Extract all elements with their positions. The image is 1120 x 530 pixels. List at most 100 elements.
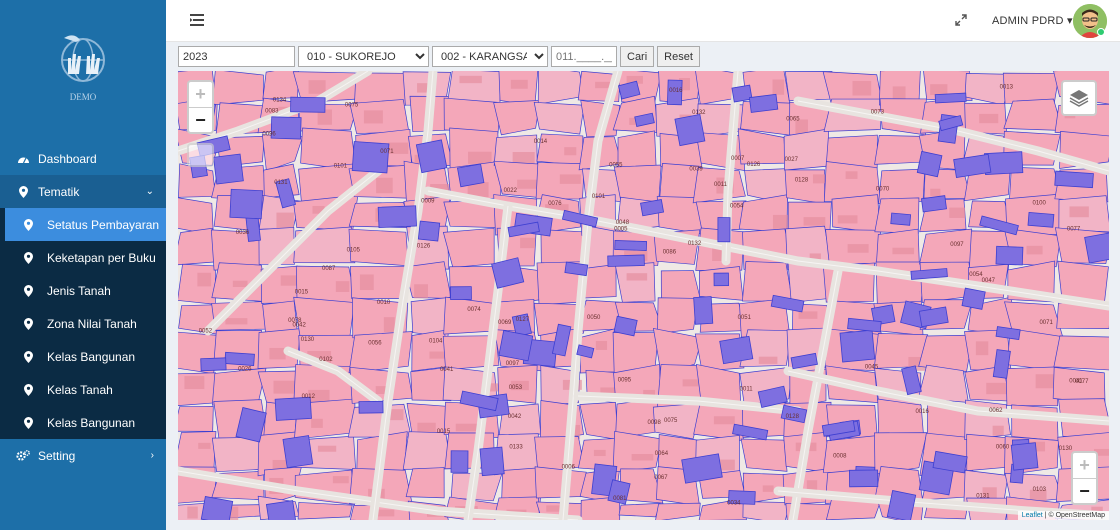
land-parcel[interactable]: [740, 438, 788, 472]
building-footprint[interactable]: [274, 396, 312, 421]
building-footprint[interactable]: [224, 351, 255, 366]
year-input[interactable]: [178, 46, 295, 67]
building-footprint[interactable]: [961, 287, 986, 310]
search-button[interactable]: Cari: [620, 46, 655, 67]
submenu-item-status-pembayaran[interactable]: Setatus Pembayaran: [5, 208, 166, 241]
submenu-item-kelas-bangunan[interactable]: Kelas Bangunan: [5, 340, 166, 373]
sidebar-item-setting[interactable]: Setting ›: [0, 439, 166, 472]
building-footprint[interactable]: [849, 469, 879, 488]
building-footprint[interactable]: [450, 450, 469, 473]
land-parcel[interactable]: [443, 97, 502, 134]
building-footprint[interactable]: [498, 330, 534, 362]
parcel-number-label: 0016: [915, 409, 929, 415]
building-footprint[interactable]: [839, 329, 876, 363]
land-parcel[interactable]: [613, 164, 662, 203]
sidebar-toggle-icon[interactable]: [190, 14, 204, 26]
building-footprint[interactable]: [748, 93, 779, 113]
building-footprint[interactable]: [1027, 212, 1055, 228]
building-footprint[interactable]: [351, 141, 390, 174]
land-parcel[interactable]: [1053, 335, 1109, 371]
map-marker-icon: [21, 416, 35, 429]
building-footprint[interactable]: [417, 220, 441, 242]
building-footprint[interactable]: [693, 296, 714, 325]
user-menu[interactable]: ADMIN PDRD ▾: [992, 14, 1073, 27]
building-footprint[interactable]: [920, 195, 947, 213]
building-footprint[interactable]: [479, 446, 505, 477]
map-view[interactable]: 0011 0008 0015 0016 0034 0054 0065 0081 0083 0022…: [178, 71, 1109, 520]
land-parcel[interactable]: [297, 502, 353, 520]
layers-button[interactable]: [1061, 80, 1097, 116]
kecamatan-select[interactable]: 010 - SUKOREJO: [298, 46, 429, 67]
land-parcel[interactable]: [618, 503, 661, 518]
building-footprint[interactable]: [713, 272, 729, 287]
nop-input[interactable]: [551, 46, 617, 67]
building-footprint[interactable]: [1054, 170, 1094, 189]
building-footprint[interactable]: [607, 254, 645, 267]
leaflet-link[interactable]: Leaflet: [1022, 512, 1043, 519]
submenu-item-jenis-tanah[interactable]: Jenis Tanah: [5, 274, 166, 307]
building-footprint[interactable]: [450, 286, 472, 301]
zoom-in-button-2[interactable]: +: [1073, 453, 1096, 478]
building-footprint[interactable]: [213, 153, 244, 185]
land-parcel[interactable]: [966, 433, 1010, 472]
building-footprint[interactable]: [719, 335, 754, 365]
building-footprint[interactable]: [731, 84, 753, 103]
building-footprint[interactable]: [457, 163, 485, 188]
land-parcel[interactable]: [831, 194, 881, 234]
land-parcel[interactable]: [742, 261, 793, 302]
land-parcel[interactable]: [657, 297, 699, 334]
building-footprint[interactable]: [717, 217, 731, 243]
land-parcel[interactable]: [402, 431, 452, 470]
building-footprint[interactable]: [282, 435, 314, 469]
land-parcel[interactable]: [293, 296, 355, 338]
land-parcel[interactable]: [919, 228, 974, 267]
building-footprint[interactable]: [229, 188, 264, 220]
land-parcel[interactable]: [411, 330, 449, 372]
draw-tool-button[interactable]: [187, 143, 214, 167]
land-parcel[interactable]: [178, 405, 214, 432]
land-parcel[interactable]: [874, 135, 928, 165]
land-parcel[interactable]: [783, 128, 830, 171]
submenu-item-kelas-tanah[interactable]: Kelas Tanah: [5, 373, 166, 406]
land-parcel[interactable]: [178, 431, 217, 472]
building-footprint[interactable]: [890, 212, 912, 226]
fullscreen-icon[interactable]: [954, 13, 968, 27]
submenu-item-kelas-bangunan-2[interactable]: Kelas Bangunan: [5, 406, 166, 439]
building-footprint[interactable]: [674, 113, 706, 147]
land-parcel[interactable]: [405, 467, 445, 499]
submenu-item-zona-nilai-tanah[interactable]: Zona Nilai Tanah: [5, 307, 166, 340]
building-footprint[interactable]: [265, 500, 298, 520]
land-parcel[interactable]: [533, 101, 585, 135]
parcel-number-label: 0100: [1032, 200, 1046, 206]
building-footprint[interactable]: [1010, 442, 1039, 471]
parcel-map-canvas[interactable]: 0011 0008 0015 0016 0034 0054 0065 0081 0083 0022…: [178, 71, 1109, 520]
zoom-out-button[interactable]: −: [189, 107, 212, 132]
zoom-out-button-2[interactable]: −: [1073, 478, 1096, 503]
building-footprint[interactable]: [358, 400, 384, 414]
land-parcel[interactable]: [178, 227, 216, 266]
land-parcel[interactable]: [614, 262, 656, 303]
building-footprint[interactable]: [290, 96, 326, 113]
sidebar-item-tematik[interactable]: Tematik ⌄: [0, 175, 166, 208]
building-footprint[interactable]: [886, 490, 917, 520]
land-parcel[interactable]: [1003, 98, 1064, 131]
land-parcel[interactable]: [442, 227, 495, 268]
submenu-item-ketetapan-per-buku[interactable]: Keketapan per Buku: [5, 241, 166, 274]
building-footprint[interactable]: [934, 92, 967, 104]
land-parcel[interactable]: [348, 331, 413, 374]
reset-button[interactable]: Reset: [657, 46, 700, 67]
zoom-in-button[interactable]: +: [189, 82, 212, 107]
kelurahan-select[interactable]: 002 - KARANGSARI: [432, 46, 548, 67]
building-footprint[interactable]: [916, 150, 943, 178]
land-parcel[interactable]: [211, 71, 264, 106]
building-footprint[interactable]: [614, 240, 648, 251]
building-footprint[interactable]: [995, 245, 1024, 266]
sidebar-item-dashboard[interactable]: Dashboard: [0, 142, 166, 175]
app-logo[interactable]: DEMO: [0, 0, 166, 142]
building-footprint[interactable]: [200, 357, 227, 372]
parcel-number-label: 0034: [727, 500, 741, 506]
building-footprint[interactable]: [415, 139, 448, 174]
land-parcel[interactable]: [262, 71, 299, 100]
land-parcel[interactable]: [617, 130, 657, 170]
building-footprint[interactable]: [377, 205, 417, 229]
